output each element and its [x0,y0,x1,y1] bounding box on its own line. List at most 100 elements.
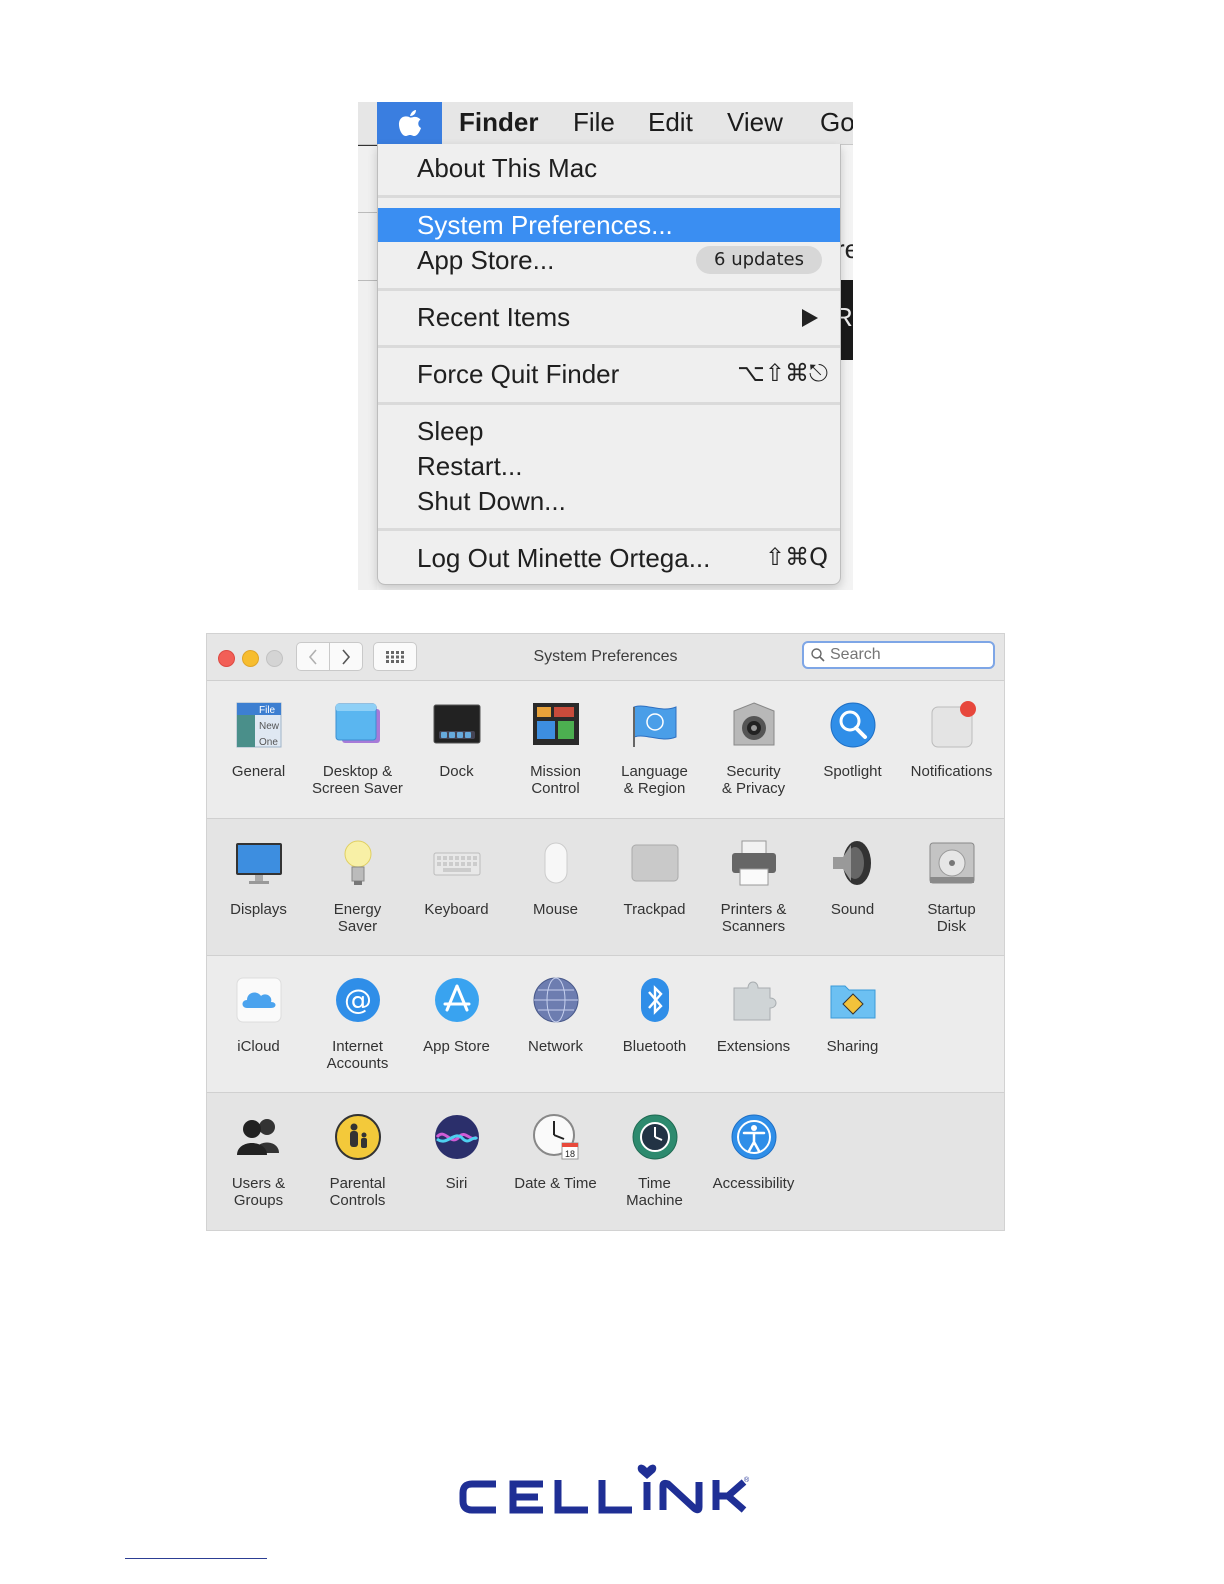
pane-energy-saver[interactable]: Energy Saver [308,819,407,956]
pane-app-store[interactable]: App Store [407,956,506,1093]
menu-item-label: Force Quit Finder [417,359,620,389]
menu-item-force-quit[interactable]: Force Quit Finder ⌥⇧⌘⎋ [378,357,840,391]
menu-item-sleep[interactable]: Sleep [378,414,840,448]
pane-sound[interactable]: Sound [803,819,902,956]
desktop-icon [335,703,380,743]
menu-item-label: Restart... [417,451,523,481]
search-field[interactable] [802,641,995,669]
pane-desktop-screen-saver[interactable]: Desktop & Screen Saver [308,681,407,818]
menubar-view[interactable]: View [727,107,783,138]
search-icon [811,648,825,662]
pane-dock[interactable]: Dock [407,681,506,818]
menubar-go[interactable]: Go [820,107,853,138]
users-icon [237,1119,279,1155]
bluetooth-icon [641,978,669,1022]
menu-item-log-out[interactable]: Log Out Minette Ortega... ⇧⌘Q [378,541,840,575]
pane-extensions[interactable]: Extensions [704,956,803,1093]
notifications-icon [931,701,976,748]
security-icon [733,702,775,746]
pane-label: Trackpad [623,901,686,918]
pane-label: iCloud [237,1038,280,1055]
pane-keyboard[interactable]: Keyboard [407,819,506,956]
menu-item-about[interactable]: About This Mac [378,151,840,185]
search-input[interactable] [830,645,980,665]
dock-icon [433,704,481,744]
pane-sharing[interactable]: Sharing [803,956,902,1093]
menu-item-system-preferences[interactable]: System Preferences... [378,208,840,242]
pane-trackpad[interactable]: Trackpad [605,819,704,956]
svg-text:One: One [259,737,278,748]
pane-label: Siri [445,1175,468,1192]
pane-parental-controls[interactable]: Parental Controls [308,1093,407,1230]
menu-bar: Finder File Edit View Go [358,102,853,145]
pane-date-time[interactable]: 18 Date & Time [506,1093,605,1230]
pane-label: Mission Control [530,763,581,797]
background-window-right: re Re [834,144,853,590]
pane-network[interactable]: Network [506,956,605,1093]
at-sign-icon: @ [336,978,380,1022]
menubar-finder[interactable]: Finder [459,107,538,138]
general-icon: File New One [236,702,282,748]
pane-label: Energy Saver [333,901,382,935]
apple-dropdown-menu: About This Mac System Preferences... App… [377,144,841,585]
pane-notifications[interactable]: Notifications [902,681,1001,818]
printer-icon [732,840,776,886]
pane-siri[interactable]: Siri [407,1093,506,1230]
pane-label: Accessibility [712,1175,795,1192]
sharing-folder-icon [830,985,876,1019]
preferences-row-system: Users & Groups Parental Controls Siri 18… [207,1093,1004,1230]
pane-users-groups[interactable]: Users & Groups [209,1093,308,1230]
cellink-logo: ® [459,1464,750,1514]
menu-item-shut-down[interactable]: Shut Down... [378,484,840,518]
speaker-icon [833,841,871,885]
pane-displays[interactable]: Displays [209,819,308,956]
clock-calendar-icon: 18 [533,1114,579,1160]
apple-menu-button[interactable] [377,102,442,144]
keyboard-icon [433,852,481,876]
trackpad-icon [631,844,679,882]
pane-icloud[interactable]: iCloud [209,956,308,1093]
svg-text:@: @ [344,983,372,1016]
pane-security-privacy[interactable]: Security & Privacy [704,681,803,818]
pane-mission-control[interactable]: Mission Control [506,681,605,818]
svg-text:®: ® [744,1476,750,1484]
pane-label: General [231,763,286,780]
disk-icon [929,842,975,884]
parental-icon [335,1114,381,1160]
time-machine-icon [632,1114,678,1160]
menu-separator [378,288,840,291]
pane-general[interactable]: File New One General [209,681,308,818]
menu-item-restart[interactable]: Restart... [378,449,840,483]
menu-item-label: Sleep [417,416,484,446]
submenu-arrow-icon [802,309,818,327]
menu-item-app-store[interactable]: App Store... 6 updates [378,243,840,277]
pane-spotlight[interactable]: Spotlight [803,681,902,818]
pane-label: Language & Region [621,763,688,797]
updates-badge: 6 updates [696,246,822,274]
menu-separator [378,528,840,531]
keyboard-shortcut: ⇧⌘Q [765,543,828,571]
menubar-file[interactable]: File [573,107,615,138]
pane-time-machine[interactable]: Time Machine [605,1093,704,1230]
svg-text:New: New [259,721,280,732]
menu-item-recent-items[interactable]: Recent Items [378,300,840,334]
pane-accessibility[interactable]: Accessibility [704,1093,803,1230]
mission-control-icon [533,703,579,745]
pane-bluetooth[interactable]: Bluetooth [605,956,704,1093]
spotlight-icon [830,702,876,748]
puzzle-icon [733,981,777,1021]
pane-label: App Store [423,1038,490,1055]
icloud-icon [236,977,282,1023]
pane-language-region[interactable]: Language & Region [605,681,704,818]
pane-label: Time Machine [626,1175,683,1209]
pane-label: Parental Controls [329,1175,386,1209]
pane-startup-disk[interactable]: Startup Disk [902,819,1001,956]
svg-text:File: File [259,705,276,716]
pane-mouse[interactable]: Mouse [506,819,605,956]
menubar-edit[interactable]: Edit [648,107,693,138]
pane-internet-accounts[interactable]: @ Internet Accounts [308,956,407,1093]
preferences-row-hardware: Displays Energy Saver Keyboard Mouse Tra… [207,819,1004,956]
menu-item-label: Shut Down... [417,486,566,516]
pane-label: Displays [230,901,287,918]
pane-printers-scanners[interactable]: Printers & Scanners [704,819,803,956]
